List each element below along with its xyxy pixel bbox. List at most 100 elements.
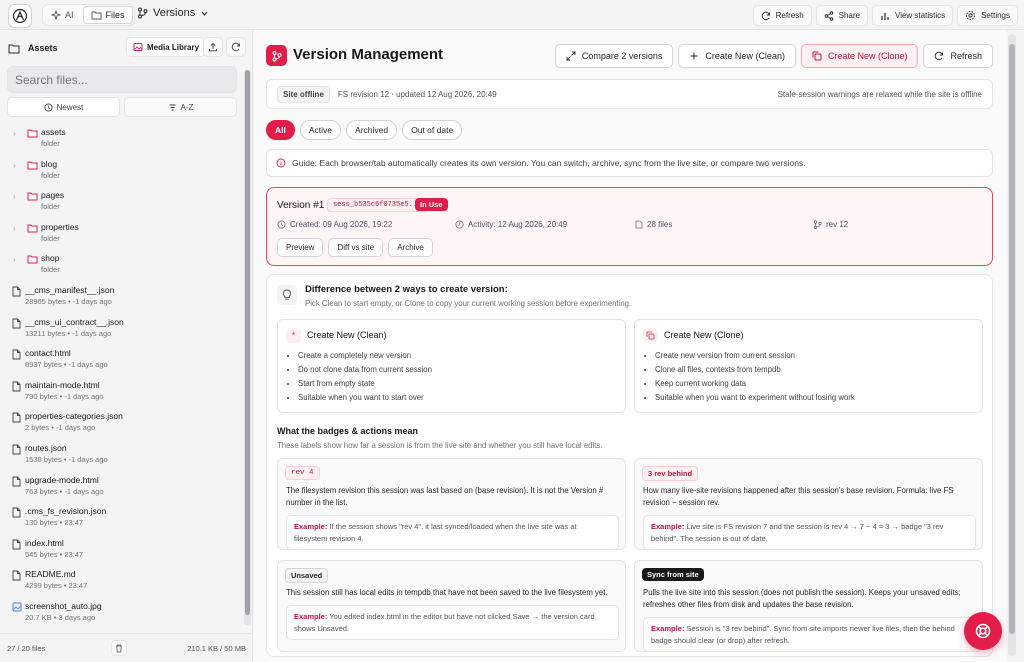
assets-sidebar: Assets Media Library Newest A-Z › assets f… (0, 30, 253, 662)
lightbulb-icon (277, 285, 297, 305)
file-item[interactable]: contact.html 8937 bytes • -1 days ago (0, 344, 244, 376)
scrollbar-thumb[interactable] (245, 70, 250, 615)
versions-label: Versions (153, 7, 196, 19)
versions-dropdown[interactable]: Versions (137, 7, 209, 19)
main-scrollbar[interactable] (1008, 34, 1016, 656)
activity-meta: Activity: 12 Aug 2026, 20:49 (455, 220, 567, 229)
chevron-right-icon[interactable]: › (13, 255, 16, 264)
info-icon (276, 158, 286, 168)
created-text: Created: 09 Aug 2026, 19:22 (290, 220, 393, 229)
version-icon (266, 45, 287, 66)
list-item: Clone all files, contexts from tempdb (655, 363, 855, 377)
list-item: Create new version from current session (655, 349, 855, 363)
clone-card-title: Create New (Clone) (664, 330, 744, 340)
sparkle-icon (51, 10, 61, 20)
file-icon (12, 286, 21, 297)
share-label: Share (838, 11, 860, 20)
mode-tab-label: AI (65, 10, 74, 20)
search-input[interactable] (7, 66, 237, 93)
version-card[interactable]: Version #1 sess_b535c6f0735e5... In Use … (266, 187, 993, 266)
file-meta: 4299 bytes • 23:47 (25, 581, 88, 591)
file-item[interactable]: screenshot_auto.jpg 20.7 KB • 3 days ago (0, 597, 244, 629)
folder-item[interactable]: › pages folder (0, 186, 244, 218)
upload-button[interactable] (203, 37, 223, 57)
file-icon (12, 349, 21, 360)
chevron-right-icon[interactable]: › (13, 224, 16, 233)
file-item[interactable]: .cms_fs_revision.json 130 bytes • 23:47 (0, 502, 244, 534)
file-name: .cms_fs_revision.json (25, 506, 107, 517)
file-item[interactable]: routes.json 1538 bytes • -1 days ago (0, 439, 244, 471)
refresh-icon (761, 11, 770, 20)
file-item[interactable]: properties-categories.json 2 bytes • -1 d… (0, 407, 244, 439)
history-icon (455, 220, 464, 229)
sort-newest-button[interactable]: Newest (7, 97, 120, 117)
file-meta: folder (41, 233, 60, 243)
rev-badge: rev 4 (285, 466, 320, 480)
mode-tab-ai[interactable]: AI (44, 6, 81, 24)
reload-files-button[interactable] (226, 37, 246, 57)
site-offline-badge: Site offline (277, 85, 330, 103)
badge-card-rev: rev 4 The filesystem revision this sessi… (277, 458, 626, 550)
sidebar-scrollbar[interactable] (244, 70, 251, 625)
badges-title: What the badges & actions mean (277, 426, 419, 436)
folder-item[interactable]: › blog folder (0, 155, 244, 187)
folder-item[interactable]: › assets folder (0, 123, 244, 155)
preview-button[interactable]: Preview (277, 238, 324, 257)
view-statistics-button[interactable]: View statistics (872, 5, 954, 26)
sidebar-header: Assets Media Library (8, 37, 246, 59)
file-name: assets (41, 127, 66, 137)
file-meta: 1538 bytes • -1 days ago (25, 454, 108, 464)
create-new-clone-button[interactable]: Create New (Clone) (800, 44, 919, 68)
file-item[interactable]: __cms_ui_contract__.json 13211 bytes • -1… (0, 313, 244, 345)
trash-button[interactable] (111, 640, 127, 656)
folder-item[interactable]: › shop folder (0, 249, 244, 281)
file-item[interactable]: README.md 4299 bytes • 23:47 (0, 565, 244, 597)
page-title: Version Management (293, 46, 444, 63)
file-icon (12, 412, 21, 423)
mode-tab-label: Files (105, 10, 125, 20)
folder-icon (27, 192, 38, 201)
badge-desc: Pulls the live site into this session (d… (643, 588, 961, 609)
sort-options: Newest A-Z (7, 97, 237, 117)
file-item[interactable]: __cms_manifest__.json 28965 bytes • -1 da… (0, 281, 244, 313)
refresh-versions-button[interactable]: Refresh (923, 44, 993, 68)
diff-vs-site-button[interactable]: Diff vs site (328, 238, 384, 257)
folder-item[interactable]: › properties folder (0, 218, 244, 250)
badge-example: Example: If the session shows "rev 4", i… (286, 515, 619, 550)
scrollbar-thumb[interactable] (1009, 44, 1015, 634)
mode-tab-files[interactable]: Files (82, 6, 133, 24)
filter-all[interactable]: All (266, 120, 295, 140)
settings-button[interactable]: Settings (957, 5, 1018, 26)
filter-archived[interactable]: Archived (346, 120, 398, 140)
folder-icon (91, 11, 101, 20)
clone-info-card: Create New (Clone) Create new version fr… (634, 319, 983, 413)
share-button[interactable]: Share (815, 5, 868, 26)
file-name: maintain-mode.html (25, 379, 100, 390)
example-label: Example: (651, 624, 685, 633)
media-library-button[interactable]: Media Library (126, 37, 207, 57)
filter-active[interactable]: Active (299, 120, 342, 140)
list-item: Keep current working data (655, 377, 855, 391)
help-fab-button[interactable] (964, 612, 1002, 650)
chevron-right-icon[interactable]: › (13, 129, 16, 138)
archive-button[interactable]: Archive (388, 238, 433, 257)
sort-label: Newest (56, 102, 84, 112)
refresh-button[interactable]: Refresh (752, 5, 812, 26)
file-item[interactable]: upgrade-mode.html 763 bytes • -1 days ago (0, 471, 244, 503)
badges-subtitle: These labels show how far a session is f… (277, 441, 603, 450)
chevron-right-icon[interactable]: › (13, 192, 16, 201)
badge-card-unsaved: Unsaved This session still has local edi… (277, 560, 626, 652)
example-label: Example: (651, 522, 685, 531)
file-item[interactable]: maintain-mode.html 790 bytes • -1 days ag… (0, 376, 244, 408)
chevron-right-icon[interactable]: › (13, 161, 16, 170)
file-name: properties (41, 221, 79, 232)
top-actions: Refresh Share View statistics Settings (752, 5, 1018, 26)
file-item[interactable]: index.html 545 bytes • 23:47 (0, 534, 244, 566)
app-logo[interactable] (8, 4, 32, 28)
compare-versions-button[interactable]: Compare 2 versions (554, 44, 674, 68)
version-title: Version #1 (277, 200, 325, 211)
sort-az-button[interactable]: A-Z (124, 97, 237, 117)
filter-out-of-date[interactable]: Out of date (402, 120, 463, 140)
file-count: 27 / 20 files (7, 643, 46, 653)
create-new-clean-button[interactable]: Create New (Clean) (678, 44, 796, 68)
